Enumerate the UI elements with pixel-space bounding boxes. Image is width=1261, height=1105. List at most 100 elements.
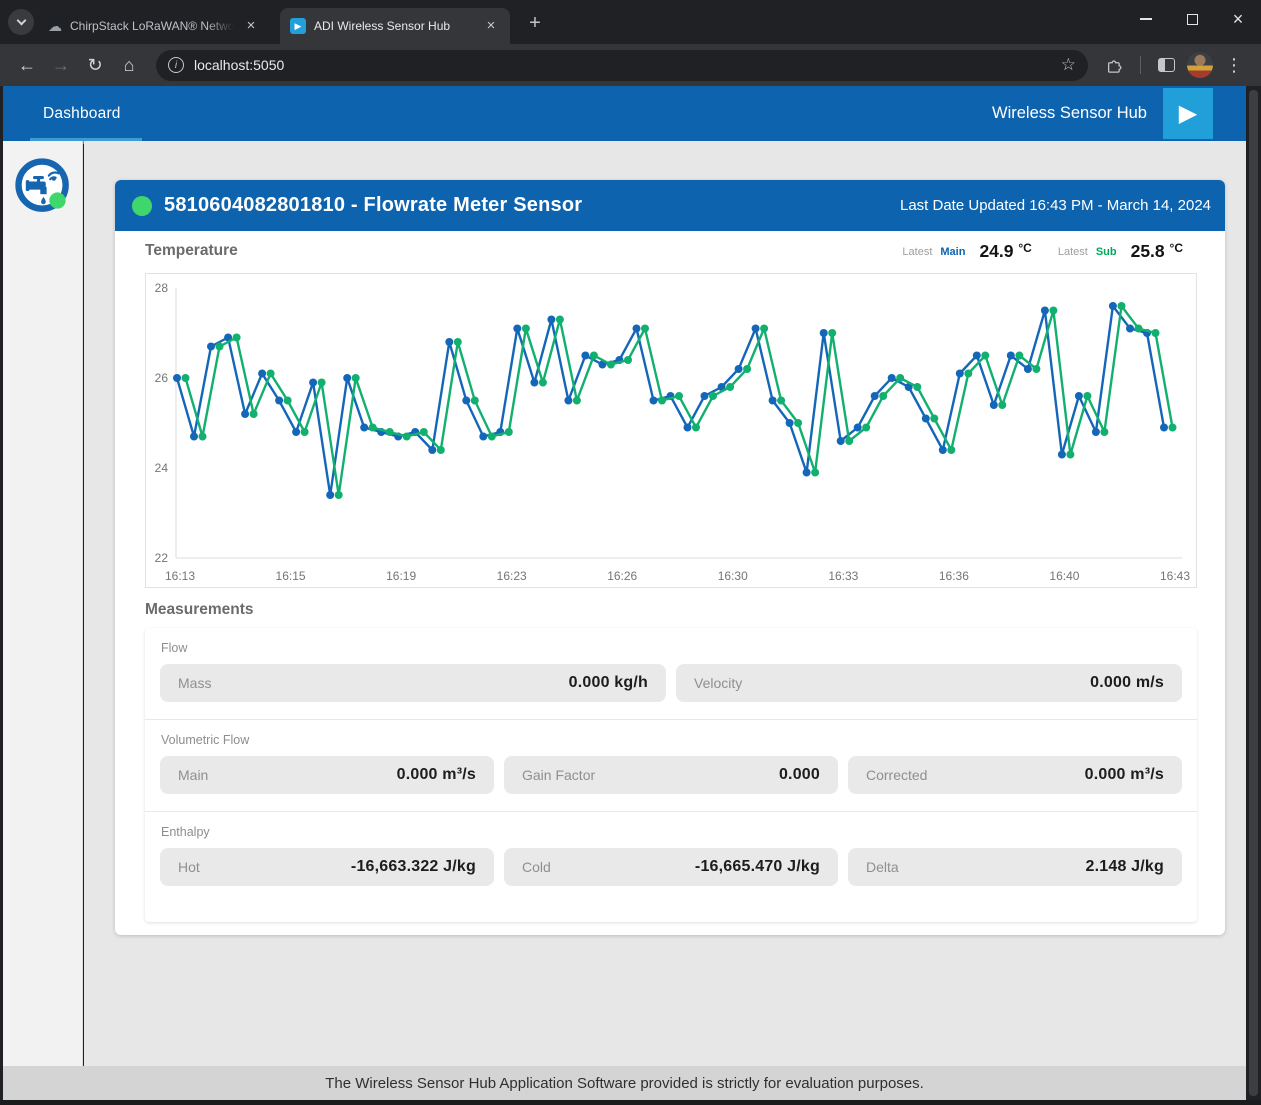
field-main: Main 0.000 m³/s (160, 756, 494, 794)
minimize-icon (1140, 18, 1152, 20)
browser-tab-chirpstack[interactable]: ☁ ChirpStack LoRaWAN® Networ × (38, 8, 270, 44)
browser-toolbar: ← → ↻ ⌂ i localhost:5050 ☆ ⋮ (0, 44, 1261, 86)
adi-logo: ▶ (1163, 88, 1213, 139)
sensor-card-header: 5810604082801810 - Flowrate Meter Sensor… (115, 180, 1225, 231)
bookmark-star-icon[interactable]: ☆ (1061, 55, 1076, 75)
minimize-button[interactable] (1123, 0, 1169, 38)
chevron-down-icon (16, 16, 26, 26)
latest-label: Latest (1058, 246, 1088, 258)
svg-text:16:26: 16:26 (607, 569, 637, 583)
reload-button[interactable]: ↻ (80, 50, 110, 80)
svg-text:16:40: 16:40 (1049, 569, 1079, 583)
group-label: Volumetric Flow (160, 733, 1182, 747)
field-label: Main (178, 767, 208, 783)
cloud-icon: ☁ (48, 18, 62, 35)
latest-sub-value: 25.8 °C (1131, 241, 1183, 262)
browser-tab-strip: ☁ ChirpStack LoRaWAN® Networ × ▶ ADI Wir… (0, 0, 1261, 44)
field-delta: Delta 2.148 J/kg (848, 848, 1182, 886)
page-scrollbar[interactable] (1246, 86, 1261, 1100)
svg-text:24: 24 (155, 461, 169, 475)
sidebar-item-flowrate-sensor[interactable] (14, 157, 72, 215)
field-gain-factor: Gain Factor 0.000 (504, 756, 838, 794)
home-button[interactable]: ⌂ (114, 50, 144, 80)
scrollbar-thumb[interactable] (1249, 90, 1258, 1096)
side-panel-icon (1158, 58, 1175, 72)
status-dot-online (132, 196, 152, 216)
footer-disclaimer: The Wireless Sensor Hub Application Soft… (3, 1066, 1246, 1100)
field-value: -16,665.470 J/kg (695, 858, 820, 876)
last-updated-text: Last Date Updated 16:43 PM - March 14, 2… (900, 197, 1211, 214)
side-panel-button[interactable] (1151, 50, 1181, 80)
measure-group-flow: Flow Mass 0.000 kg/h Velocity 0.000 m/s (145, 628, 1197, 719)
latest-readings: Latest Main 24.9 °C Latest Sub 25.8 °C (902, 241, 1183, 262)
field-label: Hot (178, 859, 200, 875)
field-label: Velocity (694, 675, 742, 691)
field-mass: Mass 0.000 kg/h (160, 664, 666, 702)
svg-text:16:30: 16:30 (718, 569, 748, 583)
field-velocity: Velocity 0.000 m/s (676, 664, 1182, 702)
adi-play-icon: ▶ (290, 18, 306, 34)
forward-button[interactable]: → (46, 50, 76, 80)
browser-menu-button[interactable]: ⋮ (1219, 50, 1249, 80)
field-value: 0.000 m/s (1090, 674, 1164, 692)
app-title: Wireless Sensor Hub (992, 104, 1147, 123)
app-header: Dashboard Wireless Sensor Hub ▶ (3, 86, 1246, 141)
field-label: Cold (522, 859, 551, 875)
temperature-chart-container: 2826242216:1316:1516:1916:2316:2616:3016… (145, 273, 1197, 588)
unit-celsius: °C (1170, 241, 1183, 255)
field-value: -16,663.322 J/kg (351, 858, 476, 876)
back-button[interactable]: ← (12, 50, 42, 80)
close-window-button[interactable]: × (1215, 0, 1261, 38)
field-value: 0.000 m³/s (397, 766, 476, 784)
browser-tab-sensor-hub[interactable]: ▶ ADI Wireless Sensor Hub × (280, 8, 510, 44)
maximize-button[interactable] (1169, 0, 1215, 38)
latest-main-value: 24.9 °C (979, 241, 1031, 262)
field-value: 0.000 kg/h (569, 674, 648, 692)
toolbar-divider (1140, 56, 1141, 74)
latest-main-name: Main (940, 246, 965, 258)
field-label: Corrected (866, 767, 927, 783)
temperature-heading: Temperature (145, 242, 238, 260)
puzzle-icon (1106, 56, 1124, 74)
field-label: Gain Factor (522, 767, 595, 783)
temperature-chart: 2826242216:1316:1516:1916:2316:2616:3016… (146, 274, 1198, 587)
nav-tab-dashboard[interactable]: Dashboard (43, 86, 121, 141)
measure-group-enthalpy: Enthalpy Hot -16,663.322 J/kg Cold -16,6… (145, 811, 1197, 903)
close-tab-icon[interactable]: × (242, 17, 260, 35)
svg-text:16:43: 16:43 (1160, 569, 1190, 583)
site-info-icon[interactable]: i (168, 57, 184, 73)
svg-text:16:13: 16:13 (165, 569, 195, 583)
address-bar[interactable]: i localhost:5050 ☆ (156, 50, 1088, 81)
avatar (1187, 52, 1213, 78)
field-label: Mass (178, 675, 211, 691)
sensor-card: 5810604082801810 - Flowrate Meter Sensor… (115, 180, 1225, 935)
latest-label: Latest (902, 246, 932, 258)
faucet-sensor-icon (14, 157, 72, 215)
window-controls: × (1123, 0, 1261, 38)
svg-text:28: 28 (155, 281, 169, 295)
new-tab-button[interactable]: + (522, 10, 548, 36)
field-value: 0.000 (779, 766, 820, 784)
svg-text:16:19: 16:19 (386, 569, 416, 583)
extensions-button[interactable] (1100, 50, 1130, 80)
svg-text:16:33: 16:33 (828, 569, 858, 583)
close-tab-icon[interactable]: × (482, 17, 500, 35)
group-label: Flow (160, 641, 1182, 655)
field-label: Delta (866, 859, 899, 875)
field-hot: Hot -16,663.322 J/kg (160, 848, 494, 886)
latest-sub-name: Sub (1096, 246, 1117, 258)
field-value: 0.000 m³/s (1085, 766, 1164, 784)
field-corrected: Corrected 0.000 m³/s (848, 756, 1182, 794)
maximize-icon (1187, 14, 1198, 25)
field-value: 2.148 J/kg (1086, 858, 1165, 876)
group-label: Enthalpy (160, 825, 1182, 839)
measure-group-volumetric-flow: Volumetric Flow Main 0.000 m³/s Gain Fac… (145, 719, 1197, 811)
url-text[interactable]: localhost:5050 (194, 57, 1061, 73)
tab-title: ChirpStack LoRaWAN® Networ (70, 19, 234, 33)
tab-title: ADI Wireless Sensor Hub (314, 19, 474, 33)
nav-tab-label: Dashboard (43, 105, 121, 123)
profile-button[interactable] (1185, 50, 1215, 80)
sidebar (3, 141, 83, 1066)
svg-text:26: 26 (155, 371, 169, 385)
tab-search-button[interactable] (8, 9, 34, 35)
